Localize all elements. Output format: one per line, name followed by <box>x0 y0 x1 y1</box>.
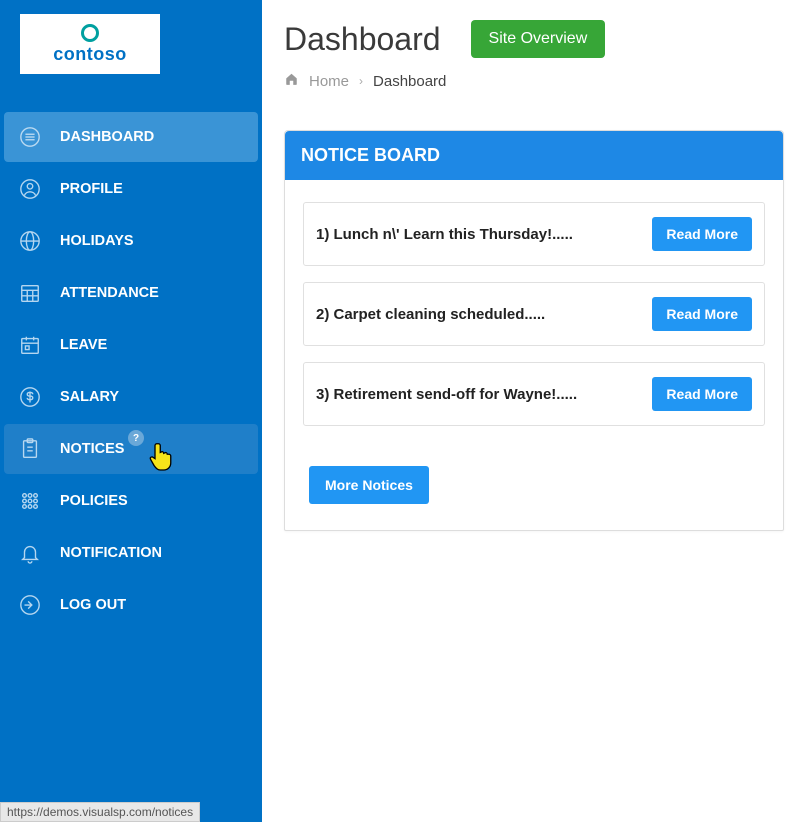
sidebar-item-label: LOG OUT <box>60 597 126 613</box>
breadcrumb-home[interactable]: Home <box>309 73 349 90</box>
notice-text: 2) Carpet cleaning scheduled..... <box>316 306 545 323</box>
sidebar-item-label: SALARY <box>60 389 119 405</box>
sidebar-item-attendance[interactable]: ATTENDANCE <box>4 268 258 318</box>
notice-row: 3) Retirement send-off for Wayne!..... R… <box>303 362 765 426</box>
sidebar-item-salary[interactable]: SALARY <box>4 372 258 422</box>
sidebar-item-policies[interactable]: POLICIES <box>4 476 258 526</box>
breadcrumb-current: Dashboard <box>373 73 446 90</box>
sidebar-item-label: PROFILE <box>60 181 123 197</box>
sidebar-item-logout[interactable]: LOG OUT <box>4 580 258 630</box>
read-more-button[interactable]: Read More <box>652 217 752 251</box>
status-bar-url: https://demos.visualsp.com/notices <box>0 802 200 822</box>
user-icon <box>18 177 42 201</box>
page-title: Dashboard <box>284 21 441 58</box>
calendar-icon <box>18 333 42 357</box>
breadcrumb: Home › Dashboard <box>284 72 784 90</box>
main-content: Dashboard Site Overview Home › Dashboard… <box>262 0 806 822</box>
sidebar-item-label: POLICIES <box>60 493 128 509</box>
bell-icon <box>18 541 42 565</box>
sidebar-item-label: ATTENDANCE <box>60 285 159 301</box>
sidebar-item-holidays[interactable]: HOLIDAYS <box>4 216 258 266</box>
card-body: 1) Lunch n\' Learn this Thursday!..... R… <box>285 180 783 530</box>
more-notices-button[interactable]: More Notices <box>309 466 429 504</box>
sidebar-item-label: NOTIFICATION <box>60 545 162 561</box>
notice-text: 1) Lunch n\' Learn this Thursday!..... <box>316 226 573 243</box>
globe-icon <box>18 229 42 253</box>
grid-icon <box>18 489 42 513</box>
sidebar-item-leave[interactable]: LEAVE <box>4 320 258 370</box>
help-badge-icon[interactable]: ? <box>128 430 144 446</box>
notice-row: 1) Lunch n\' Learn this Thursday!..... R… <box>303 202 765 266</box>
logo-mark-icon <box>81 24 99 42</box>
calendar-grid-icon <box>18 281 42 305</box>
page-header: Dashboard Site Overview <box>284 20 784 58</box>
notice-board-card: NOTICE BOARD 1) Lunch n\' Learn this Thu… <box>284 130 784 531</box>
sidebar: contoso DASHBOARD PROFILE HOLIDAYS <box>0 0 262 822</box>
logout-icon <box>18 593 42 617</box>
chevron-right-icon: › <box>359 74 363 88</box>
sidebar-item-dashboard[interactable]: DASHBOARD <box>4 112 258 162</box>
sidebar-item-profile[interactable]: PROFILE <box>4 164 258 214</box>
list-icon <box>18 125 42 149</box>
home-icon <box>284 72 299 90</box>
notice-row: 2) Carpet cleaning scheduled..... Read M… <box>303 282 765 346</box>
sidebar-item-label: DASHBOARD <box>60 129 154 145</box>
sidebar-item-notices[interactable]: NOTICES ? <box>4 424 258 474</box>
notice-text: 3) Retirement send-off for Wayne!..... <box>316 386 577 403</box>
brand-logo[interactable]: contoso <box>20 14 160 74</box>
logo-area: contoso <box>0 0 262 92</box>
sidebar-item-label: NOTICES <box>60 441 124 457</box>
sidebar-item-notification[interactable]: NOTIFICATION <box>4 528 258 578</box>
sidebar-item-label: HOLIDAYS <box>60 233 134 249</box>
dollar-icon <box>18 385 42 409</box>
sidebar-item-label: LEAVE <box>60 337 107 353</box>
brand-name: contoso <box>53 44 127 65</box>
site-overview-button[interactable]: Site Overview <box>471 20 606 58</box>
read-more-button[interactable]: Read More <box>652 297 752 331</box>
card-title: NOTICE BOARD <box>285 131 783 180</box>
read-more-button[interactable]: Read More <box>652 377 752 411</box>
nav-list: DASHBOARD PROFILE HOLIDAYS ATTENDANCE LE <box>0 92 262 632</box>
clipboard-icon <box>18 437 42 461</box>
